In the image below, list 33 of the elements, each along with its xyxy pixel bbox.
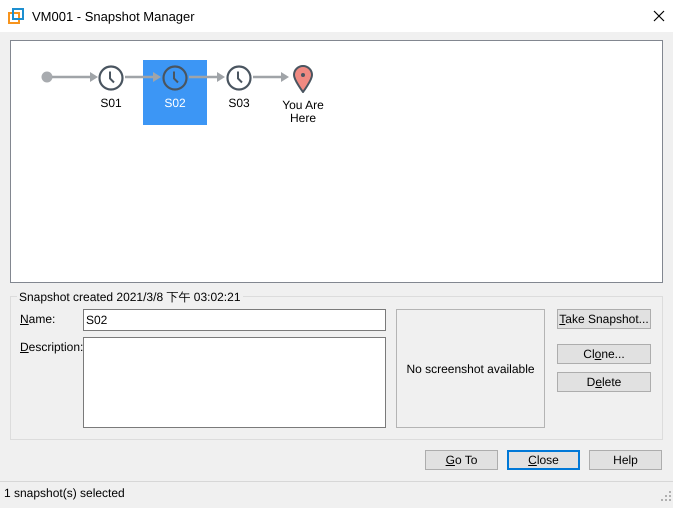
arrow-icon xyxy=(125,71,161,83)
description-label: Description: xyxy=(20,339,83,356)
description-field[interactable] xyxy=(83,337,386,428)
clone-button[interactable]: Clone... xyxy=(557,344,651,364)
take-snapshot-button[interactable]: Take Snapshot... xyxy=(557,309,651,329)
no-screenshot-text: No screenshot available xyxy=(406,362,535,376)
snapshot-node[interactable]: S01 xyxy=(79,60,143,125)
arrow-icon xyxy=(253,71,289,83)
snapshot-created-heading: Snapshot created 2021/3/8 下午 03:02:21 xyxy=(17,289,242,306)
clock-icon xyxy=(226,65,252,91)
resize-grip-icon[interactable] xyxy=(661,491,671,501)
snapshot-label: You Are Here xyxy=(281,99,325,125)
start-dot-icon xyxy=(41,71,53,83)
arrow-icon xyxy=(52,71,98,83)
status-text: 1 snapshot(s) selected xyxy=(4,486,125,500)
help-button[interactable]: Help xyxy=(589,450,662,470)
snapshot-label: S01 xyxy=(99,97,123,110)
name-label: Name: xyxy=(20,311,56,328)
snapshot-label: S02 xyxy=(163,97,187,110)
close-button[interactable]: Close xyxy=(507,450,580,470)
map-pin-icon xyxy=(292,65,314,93)
snapshot-node[interactable]: S03 xyxy=(207,60,271,125)
delete-button[interactable]: Delete xyxy=(557,372,651,392)
arrow-icon xyxy=(189,71,225,83)
close-icon[interactable] xyxy=(653,10,665,22)
snapshot-label: S03 xyxy=(227,97,251,110)
clock-icon xyxy=(98,65,124,91)
clock-icon xyxy=(162,65,188,91)
app-icon xyxy=(8,8,24,24)
go-to-button[interactable]: Go To xyxy=(425,450,498,470)
window-title: VM001 - Snapshot Manager xyxy=(32,8,196,24)
snapshot-node[interactable]: You Are Here xyxy=(271,60,335,125)
name-field[interactable]: S02 xyxy=(83,309,386,331)
